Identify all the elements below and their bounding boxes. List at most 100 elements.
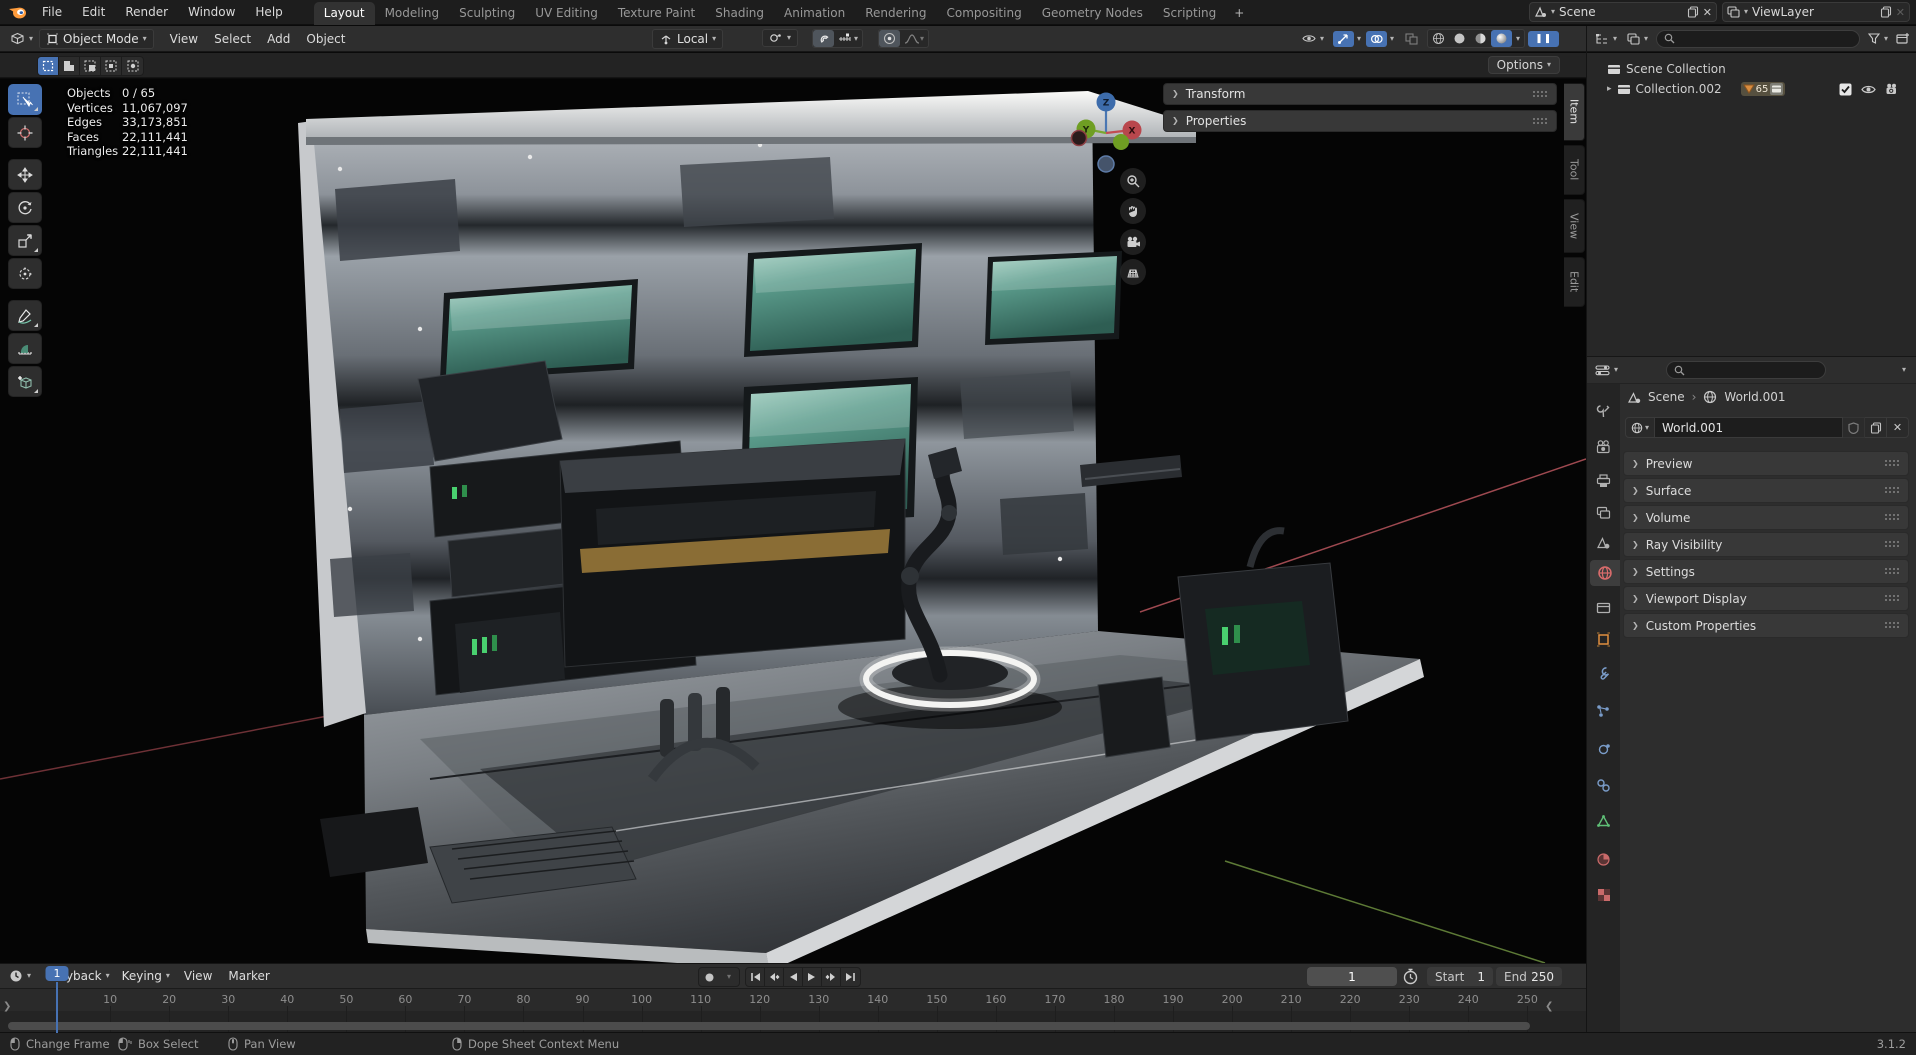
shading-rendered-button[interactable] <box>1491 30 1513 47</box>
marker-menu[interactable]: Marker <box>220 966 277 986</box>
disable-render-camera-icon[interactable] <box>1885 83 1899 95</box>
tab-object-data[interactable] <box>1587 808 1620 834</box>
tab-render[interactable] <box>1587 434 1620 460</box>
keying-set-dropdown[interactable]: ▾ <box>719 968 739 986</box>
blender-logo-icon[interactable] <box>8 5 27 20</box>
tool-scale[interactable] <box>8 225 42 256</box>
workspace-tab-shading[interactable]: Shading <box>705 2 774 25</box>
remove-view-layer-button[interactable]: ✕ <box>1896 6 1905 19</box>
menu-help[interactable]: Help <box>246 2 291 22</box>
copy-datablock-icon[interactable] <box>1865 417 1887 438</box>
axis-gizmo[interactable]: Z Y X <box>1066 85 1146 177</box>
tool-move[interactable] <box>8 159 42 190</box>
select-mode-new[interactable] <box>38 57 59 75</box>
workspace-tab-rendering[interactable]: Rendering <box>855 2 936 25</box>
pivot-point-dropdown[interactable]: ▾ <box>762 29 799 47</box>
select-mode-extend[interactable] <box>59 57 80 75</box>
select-menu[interactable]: Select <box>206 29 259 49</box>
region-divider[interactable] <box>1586 26 1587 1032</box>
tab-material[interactable] <box>1587 846 1620 872</box>
add-menu[interactable]: Add <box>259 29 298 49</box>
tool-select-box[interactable] <box>8 84 42 115</box>
pan-button[interactable] <box>1120 198 1146 224</box>
drag-handle-icon[interactable] <box>1532 116 1548 126</box>
tab-physics[interactable] <box>1587 736 1620 762</box>
sidebar-tab-item[interactable]: Item <box>1564 83 1585 141</box>
overlays-settings-dropdown[interactable]: ▾ <box>1388 33 1396 45</box>
menu-window[interactable]: Window <box>179 2 244 22</box>
properties-options-dropdown[interactable]: ▾ <box>1902 366 1906 374</box>
workspace-tab-modeling[interactable]: Modeling <box>375 2 450 25</box>
tab-world[interactable] <box>1590 560 1620 586</box>
tab-object[interactable] <box>1587 626 1620 652</box>
tab-particles[interactable] <box>1587 698 1620 724</box>
breadcrumb-world[interactable]: World.001 <box>1724 390 1785 404</box>
play-reverse-button[interactable] <box>784 968 803 986</box>
tool-add-cube[interactable] <box>8 366 42 397</box>
camera-view-button[interactable] <box>1120 229 1146 255</box>
properties-search-input[interactable] <box>1666 361 1827 379</box>
zoom-button[interactable] <box>1120 168 1146 194</box>
select-mode-intersect[interactable] <box>122 57 143 75</box>
tool-measure[interactable] <box>8 333 42 364</box>
checkbox-icon[interactable] <box>1839 83 1852 96</box>
tab-collection[interactable] <box>1587 594 1620 620</box>
panel-settings[interactable]: ❯ Settings <box>1623 559 1909 584</box>
shading-dropdown[interactable]: ▾ <box>1512 33 1524 45</box>
playhead-frame-label[interactable]: 1 <box>45 966 69 981</box>
play-button[interactable] <box>803 968 822 986</box>
shading-solid-button[interactable] <box>1449 30 1470 47</box>
jump-to-start-button[interactable] <box>746 968 765 986</box>
tool-rotate[interactable] <box>8 192 42 223</box>
tool-transform[interactable] <box>8 258 42 289</box>
select-mode-subtract[interactable] <box>80 57 101 75</box>
outliner-row-scene-collection[interactable]: Scene Collection <box>1607 59 1726 79</box>
timeline-ruler[interactable]: 10 20 30 40 50 60 70 80 90 100 110 120 130 140 150 160 1… <box>0 989 1586 1011</box>
proportional-falloff-dropdown[interactable]: ▾ <box>900 31 928 47</box>
outliner-search-input[interactable] <box>1656 29 1860 48</box>
panel-preview[interactable]: ❯ Preview <box>1623 451 1909 476</box>
drag-handle-icon[interactable] <box>1884 459 1900 468</box>
view-layer-selector[interactable]: ▾ ViewLayer ✕ <box>1722 2 1910 22</box>
menu-render[interactable]: Render <box>116 2 177 22</box>
sidebar-panel-transform[interactable]: ❯ Transform <box>1163 83 1557 105</box>
show-overlays-toggle[interactable] <box>1366 30 1388 47</box>
shading-material-button[interactable] <box>1470 30 1491 47</box>
options-dropdown[interactable]: Options ▾ <box>1487 56 1560 74</box>
use-preview-range-button[interactable] <box>1402 968 1419 985</box>
properties-editor-type-button[interactable]: ▾ <box>1593 362 1620 379</box>
tool-cursor[interactable] <box>8 117 42 148</box>
workspace-tab-sculpting[interactable]: Sculpting <box>449 2 525 25</box>
orthographic-toggle-button[interactable] <box>1120 259 1146 285</box>
workspace-tab-texture-paint[interactable]: Texture Paint <box>608 2 705 25</box>
tab-view-layer[interactable] <box>1587 500 1620 526</box>
gizmo-settings-dropdown[interactable]: ▾ <box>1355 33 1363 45</box>
prev-keyframe-button[interactable] <box>765 968 784 986</box>
scene-selector[interactable]: ▾ Scene ✕ <box>1529 2 1717 22</box>
drag-handle-icon[interactable] <box>1884 486 1900 495</box>
snap-settings-dropdown[interactable]: ▾ <box>834 31 862 47</box>
new-view-layer-copy-icon[interactable] <box>1880 6 1892 18</box>
workspace-tab-scripting[interactable]: Scripting <box>1153 2 1226 25</box>
drag-handle-icon[interactable] <box>1884 540 1900 549</box>
drag-handle-icon[interactable] <box>1884 567 1900 576</box>
panel-volume[interactable]: ❯ Volume <box>1623 505 1909 530</box>
proportional-editing-toggle[interactable] <box>879 30 900 47</box>
frame-start-field[interactable]: Start 1 <box>1427 967 1493 986</box>
viewport-3d[interactable]: Objects 0 / 65 Vertices 11,067,097 Edges 33… <box>0 79 1586 963</box>
drag-handle-icon[interactable] <box>1884 621 1900 630</box>
outliner-filter-dropdown[interactable]: ▾ <box>1866 31 1890 46</box>
transform-orientation-dropdown[interactable]: Local ▾ <box>652 29 724 49</box>
select-mode-invert[interactable] <box>101 57 122 75</box>
current-frame-field[interactable]: 1 <box>1307 967 1397 986</box>
xray-toggle[interactable] <box>1399 31 1424 47</box>
expand-icon[interactable]: ▸ <box>1607 84 1612 94</box>
tab-output[interactable] <box>1587 468 1620 494</box>
timeline-editor-type-button[interactable]: ▾ <box>6 967 34 985</box>
outliner-display-mode-dropdown[interactable]: ▾ <box>1593 31 1619 47</box>
outliner-row-collection-002[interactable]: ▸ Collection.002 65 <box>1607 79 1907 99</box>
drag-handle-icon[interactable] <box>1884 594 1900 603</box>
pause-preview-button[interactable]: ❚❚ <box>1528 30 1560 47</box>
frame-end-field[interactable]: End 250 <box>1496 967 1562 986</box>
tab-texture[interactable] <box>1587 882 1620 908</box>
